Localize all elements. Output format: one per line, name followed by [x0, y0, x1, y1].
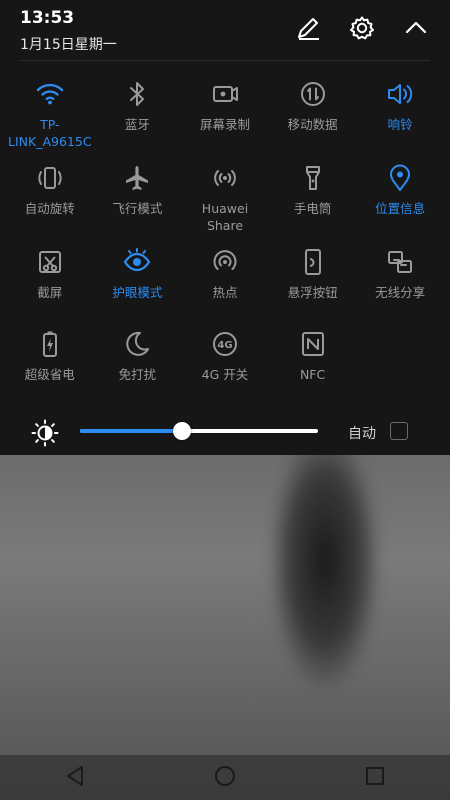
- tile-4g[interactable]: 4G 4G 开关: [181, 328, 269, 398]
- tile-wireless-share[interactable]: 无线分享: [356, 246, 444, 316]
- screen: 13:53 1月15日星期一 TP-LINK_A9615C 蓝牙 屏幕录制 移动…: [0, 0, 450, 800]
- date: 1月15日星期一: [20, 37, 117, 53]
- tile-label: 自动旋转: [24, 201, 75, 216]
- background-blur: [0, 455, 450, 755]
- tile-sound[interactable]: 响铃: [356, 78, 444, 150]
- nfc-icon: [297, 328, 329, 360]
- rotate-icon: [34, 162, 66, 194]
- tile-airplane[interactable]: 飞行模式: [94, 162, 182, 234]
- tile-label: TP-LINK_A9615C: [8, 117, 92, 149]
- panel-actions: [294, 14, 430, 42]
- clock: 13:53: [20, 8, 75, 28]
- tile-eye-comfort[interactable]: 护眼模式: [94, 246, 182, 316]
- tile-screenshot[interactable]: 截屏: [6, 246, 94, 316]
- auto-brightness-label: 自动: [348, 426, 376, 442]
- tile-label: 移动数据: [287, 117, 338, 132]
- tile-huawei-share[interactable]: Huawei Share: [181, 162, 269, 234]
- wifi-icon: [34, 78, 66, 110]
- edit-icon[interactable]: [294, 14, 322, 42]
- hotspot-icon: [209, 246, 241, 278]
- tile-label: NFC: [299, 367, 326, 382]
- tile-label: 超级省电: [24, 367, 75, 382]
- brightness-slider[interactable]: [80, 422, 318, 440]
- tile-auto-rotate[interactable]: 自动旋转: [6, 162, 94, 234]
- speaker-icon: [384, 78, 416, 110]
- 4g-icon: 4G: [209, 328, 241, 360]
- quick-tiles-grid: TP-LINK_A9615C 蓝牙 屏幕录制 移动数据 响铃自动旋转 飞行模式 Huawei…: [6, 78, 444, 398]
- chevron-up-icon[interactable]: [402, 14, 430, 42]
- tile-power-saver[interactable]: 超级省电: [6, 328, 94, 398]
- tile-label: 手电筒: [293, 201, 332, 216]
- tile-label: 截屏: [37, 285, 63, 300]
- auto-brightness-checkbox[interactable]: [390, 422, 408, 440]
- brightness-knob[interactable]: [173, 422, 192, 440]
- tile-nfc[interactable]: NFC: [269, 328, 357, 398]
- tile-label: Huawei Share: [201, 201, 249, 233]
- home-icon[interactable]: [205, 756, 245, 796]
- tile-location[interactable]: 位置信息: [356, 162, 444, 234]
- tile-label: 位置信息: [375, 201, 426, 216]
- navigation-bar: [0, 752, 450, 800]
- tile-hotspot[interactable]: 热点: [181, 246, 269, 316]
- back-icon[interactable]: [55, 756, 95, 796]
- svg-text:4G: 4G: [217, 340, 232, 351]
- divider: [20, 60, 430, 61]
- battery-icon: [34, 328, 66, 360]
- gear-icon[interactable]: [348, 14, 376, 42]
- quick-settings-panel: 13:53 1月15日星期一 TP-LINK_A9615C 蓝牙 屏幕录制 移动…: [0, 0, 450, 455]
- tile-label: 热点: [212, 285, 238, 300]
- tile-screen-record[interactable]: 屏幕录制: [181, 78, 269, 150]
- bluetooth-icon: [121, 78, 153, 110]
- screenshot-icon: [34, 246, 66, 278]
- tile-floating-button[interactable]: 悬浮按钮: [269, 246, 357, 316]
- screen-record-icon: [209, 78, 241, 110]
- background-shape: [270, 430, 380, 690]
- tile-label: 悬浮按钮: [287, 285, 338, 300]
- tile-label: 飞行模式: [112, 201, 163, 216]
- tile-flashlight[interactable]: 手电筒: [269, 162, 357, 234]
- tile-label: 4G 开关: [201, 367, 249, 382]
- flashlight-icon: [297, 162, 329, 194]
- floating-button-icon: [297, 246, 329, 278]
- tile-label: 响铃: [387, 117, 413, 132]
- tile-wifi[interactable]: TP-LINK_A9615C: [6, 78, 94, 150]
- tile-label: 护眼模式: [112, 285, 163, 300]
- eye-icon: [121, 246, 153, 278]
- tile-do-not-disturb[interactable]: 免打扰: [94, 328, 182, 398]
- location-icon: [384, 162, 416, 194]
- brightness-bar: 自动: [0, 412, 450, 452]
- wireless-share-icon: [384, 246, 416, 278]
- tile-mobile-data[interactable]: 移动数据: [269, 78, 357, 150]
- tile-label: 屏幕录制: [199, 117, 250, 132]
- huawei-share-icon: [209, 162, 241, 194]
- mobile-data-icon: [297, 78, 329, 110]
- tile-label: 免打扰: [118, 367, 157, 382]
- brightness-fill: [80, 429, 183, 433]
- moon-icon: [121, 328, 153, 360]
- tile-bluetooth[interactable]: 蓝牙: [94, 78, 182, 150]
- recents-icon[interactable]: [355, 756, 395, 796]
- brightness-icon: [30, 418, 60, 448]
- tile-label: 蓝牙: [124, 117, 150, 132]
- tile-label: 无线分享: [375, 285, 426, 300]
- airplane-icon: [121, 162, 153, 194]
